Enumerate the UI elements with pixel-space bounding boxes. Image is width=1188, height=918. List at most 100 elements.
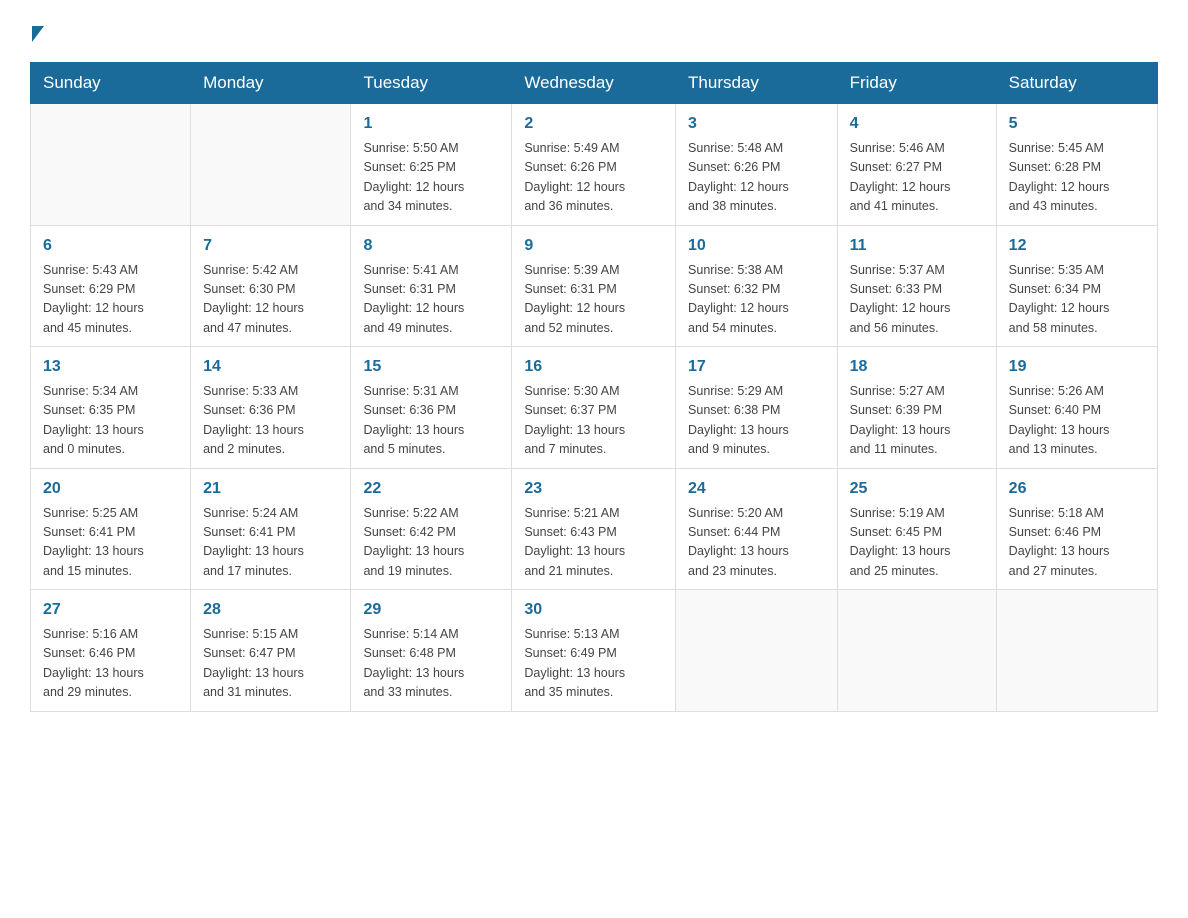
day-info: Sunrise: 5:35 AM Sunset: 6:34 PM Dayligh… bbox=[1009, 261, 1145, 339]
day-info: Sunrise: 5:46 AM Sunset: 6:27 PM Dayligh… bbox=[850, 139, 984, 217]
calendar-cell: 3Sunrise: 5:48 AM Sunset: 6:26 PM Daylig… bbox=[676, 104, 838, 226]
calendar-cell: 22 Sunrise: 5:22 AM Sunset: 6:42 PM Dayli… bbox=[351, 468, 512, 590]
calendar-cell: 1 Sunrise: 5:50 AM Sunset: 6:25 PM Daylig… bbox=[351, 104, 512, 226]
column-header-friday: Friday bbox=[837, 63, 996, 104]
day-number: 28 bbox=[203, 598, 338, 622]
calendar-cell bbox=[31, 104, 191, 226]
day-info: Sunrise: 5:30 AM Sunset: 6:37 PM Dayligh… bbox=[524, 382, 663, 460]
day-number: 10 bbox=[688, 234, 825, 258]
day-number: 16 bbox=[524, 355, 663, 379]
day-info: Sunrise: 5:27 AM Sunset: 6:39 PM Dayligh… bbox=[850, 382, 984, 460]
day-number: 21 bbox=[203, 477, 338, 501]
day-number: 24 bbox=[688, 477, 825, 501]
day-number: 8 bbox=[363, 234, 499, 258]
day-info: Sunrise: 5:13 AM Sunset: 6:49 PM Dayligh… bbox=[524, 625, 663, 703]
calendar-cell: 16 Sunrise: 5:30 AM Sunset: 6:37 PM Dayli… bbox=[512, 347, 676, 469]
day-number: 18 bbox=[850, 355, 984, 379]
calendar-cell: 26 Sunrise: 5:18 AM Sunset: 6:46 PM Dayli… bbox=[996, 468, 1157, 590]
column-header-tuesday: Tuesday bbox=[351, 63, 512, 104]
calendar-week-row: 27Sunrise: 5:16 AM Sunset: 6:46 PM Dayli… bbox=[31, 590, 1158, 712]
day-number: 17 bbox=[688, 355, 825, 379]
day-number: 12 bbox=[1009, 234, 1145, 258]
day-number: 4 bbox=[850, 112, 984, 136]
calendar-cell bbox=[996, 590, 1157, 712]
day-info: Sunrise: 5:34 AM Sunset: 6:35 PM Dayligh… bbox=[43, 382, 178, 460]
calendar-cell: 19Sunrise: 5:26 AM Sunset: 6:40 PM Dayli… bbox=[996, 347, 1157, 469]
day-number: 26 bbox=[1009, 477, 1145, 501]
day-number: 15 bbox=[363, 355, 499, 379]
day-info: Sunrise: 5:14 AM Sunset: 6:48 PM Dayligh… bbox=[363, 625, 499, 703]
logo bbox=[30, 20, 44, 42]
day-info: Sunrise: 5:41 AM Sunset: 6:31 PM Dayligh… bbox=[363, 261, 499, 339]
day-number: 20 bbox=[43, 477, 178, 501]
day-number: 14 bbox=[203, 355, 338, 379]
calendar-cell bbox=[191, 104, 351, 226]
day-info: Sunrise: 5:48 AM Sunset: 6:26 PM Dayligh… bbox=[688, 139, 825, 217]
calendar-cell: 27Sunrise: 5:16 AM Sunset: 6:46 PM Dayli… bbox=[31, 590, 191, 712]
calendar-cell: 23 Sunrise: 5:21 AM Sunset: 6:43 PM Dayli… bbox=[512, 468, 676, 590]
calendar-cell: 29 Sunrise: 5:14 AM Sunset: 6:48 PM Dayli… bbox=[351, 590, 512, 712]
day-number: 1 bbox=[363, 112, 499, 136]
day-number: 29 bbox=[363, 598, 499, 622]
calendar-cell: 25 Sunrise: 5:19 AM Sunset: 6:45 PM Dayli… bbox=[837, 468, 996, 590]
day-info: Sunrise: 5:25 AM Sunset: 6:41 PM Dayligh… bbox=[43, 504, 178, 582]
calendar-cell: 11 Sunrise: 5:37 AM Sunset: 6:33 PM Dayli… bbox=[837, 225, 996, 347]
day-info: Sunrise: 5:33 AM Sunset: 6:36 PM Dayligh… bbox=[203, 382, 338, 460]
logo-triangle-icon bbox=[32, 26, 44, 42]
column-header-sunday: Sunday bbox=[31, 63, 191, 104]
calendar-week-row: 20 Sunrise: 5:25 AM Sunset: 6:41 PM Dayli… bbox=[31, 468, 1158, 590]
day-number: 23 bbox=[524, 477, 663, 501]
calendar-cell: 7 Sunrise: 5:42 AM Sunset: 6:30 PM Daylig… bbox=[191, 225, 351, 347]
day-info: Sunrise: 5:39 AM Sunset: 6:31 PM Dayligh… bbox=[524, 261, 663, 339]
calendar-cell: 14 Sunrise: 5:33 AM Sunset: 6:36 PM Dayli… bbox=[191, 347, 351, 469]
calendar-cell: 28Sunrise: 5:15 AM Sunset: 6:47 PM Dayli… bbox=[191, 590, 351, 712]
calendar-cell: 4 Sunrise: 5:46 AM Sunset: 6:27 PM Daylig… bbox=[837, 104, 996, 226]
day-info: Sunrise: 5:50 AM Sunset: 6:25 PM Dayligh… bbox=[363, 139, 499, 217]
day-info: Sunrise: 5:37 AM Sunset: 6:33 PM Dayligh… bbox=[850, 261, 984, 339]
day-number: 2 bbox=[524, 112, 663, 136]
day-number: 30 bbox=[524, 598, 663, 622]
day-info: Sunrise: 5:42 AM Sunset: 6:30 PM Dayligh… bbox=[203, 261, 338, 339]
day-number: 7 bbox=[203, 234, 338, 258]
day-info: Sunrise: 5:18 AM Sunset: 6:46 PM Dayligh… bbox=[1009, 504, 1145, 582]
day-number: 11 bbox=[850, 234, 984, 258]
day-number: 22 bbox=[363, 477, 499, 501]
day-info: Sunrise: 5:24 AM Sunset: 6:41 PM Dayligh… bbox=[203, 504, 338, 582]
day-number: 13 bbox=[43, 355, 178, 379]
calendar-cell: 2 Sunrise: 5:49 AM Sunset: 6:26 PM Daylig… bbox=[512, 104, 676, 226]
calendar-cell: 20 Sunrise: 5:25 AM Sunset: 6:41 PM Dayli… bbox=[31, 468, 191, 590]
column-header-thursday: Thursday bbox=[676, 63, 838, 104]
calendar-cell: 24Sunrise: 5:20 AM Sunset: 6:44 PM Dayli… bbox=[676, 468, 838, 590]
calendar-cell: 18 Sunrise: 5:27 AM Sunset: 6:39 PM Dayli… bbox=[837, 347, 996, 469]
day-info: Sunrise: 5:31 AM Sunset: 6:36 PM Dayligh… bbox=[363, 382, 499, 460]
calendar-week-row: 6 Sunrise: 5:43 AM Sunset: 6:29 PM Daylig… bbox=[31, 225, 1158, 347]
calendar-cell: 10 Sunrise: 5:38 AM Sunset: 6:32 PM Dayli… bbox=[676, 225, 838, 347]
day-info: Sunrise: 5:45 AM Sunset: 6:28 PM Dayligh… bbox=[1009, 139, 1145, 217]
calendar-cell: 30 Sunrise: 5:13 AM Sunset: 6:49 PM Dayli… bbox=[512, 590, 676, 712]
day-info: Sunrise: 5:29 AM Sunset: 6:38 PM Dayligh… bbox=[688, 382, 825, 460]
calendar-table: SundayMondayTuesdayWednesdayThursdayFrid… bbox=[30, 62, 1158, 712]
calendar-cell: 17 Sunrise: 5:29 AM Sunset: 6:38 PM Dayli… bbox=[676, 347, 838, 469]
calendar-cell bbox=[837, 590, 996, 712]
day-info: Sunrise: 5:21 AM Sunset: 6:43 PM Dayligh… bbox=[524, 504, 663, 582]
day-info: Sunrise: 5:19 AM Sunset: 6:45 PM Dayligh… bbox=[850, 504, 984, 582]
calendar-cell: 5 Sunrise: 5:45 AM Sunset: 6:28 PM Daylig… bbox=[996, 104, 1157, 226]
calendar-cell: 9 Sunrise: 5:39 AM Sunset: 6:31 PM Daylig… bbox=[512, 225, 676, 347]
calendar-cell: 8 Sunrise: 5:41 AM Sunset: 6:31 PM Daylig… bbox=[351, 225, 512, 347]
calendar-cell: 15 Sunrise: 5:31 AM Sunset: 6:36 PM Dayli… bbox=[351, 347, 512, 469]
day-info: Sunrise: 5:49 AM Sunset: 6:26 PM Dayligh… bbox=[524, 139, 663, 217]
calendar-cell: 13 Sunrise: 5:34 AM Sunset: 6:35 PM Dayli… bbox=[31, 347, 191, 469]
day-number: 19 bbox=[1009, 355, 1145, 379]
day-number: 5 bbox=[1009, 112, 1145, 136]
day-info: Sunrise: 5:38 AM Sunset: 6:32 PM Dayligh… bbox=[688, 261, 825, 339]
calendar-header-row: SundayMondayTuesdayWednesdayThursdayFrid… bbox=[31, 63, 1158, 104]
day-info: Sunrise: 5:22 AM Sunset: 6:42 PM Dayligh… bbox=[363, 504, 499, 582]
calendar-cell: 12 Sunrise: 5:35 AM Sunset: 6:34 PM Dayli… bbox=[996, 225, 1157, 347]
day-info: Sunrise: 5:43 AM Sunset: 6:29 PM Dayligh… bbox=[43, 261, 178, 339]
calendar-cell bbox=[676, 590, 838, 712]
day-number: 25 bbox=[850, 477, 984, 501]
day-number: 9 bbox=[524, 234, 663, 258]
page-header bbox=[30, 20, 1158, 42]
day-number: 6 bbox=[43, 234, 178, 258]
day-info: Sunrise: 5:16 AM Sunset: 6:46 PM Dayligh… bbox=[43, 625, 178, 703]
